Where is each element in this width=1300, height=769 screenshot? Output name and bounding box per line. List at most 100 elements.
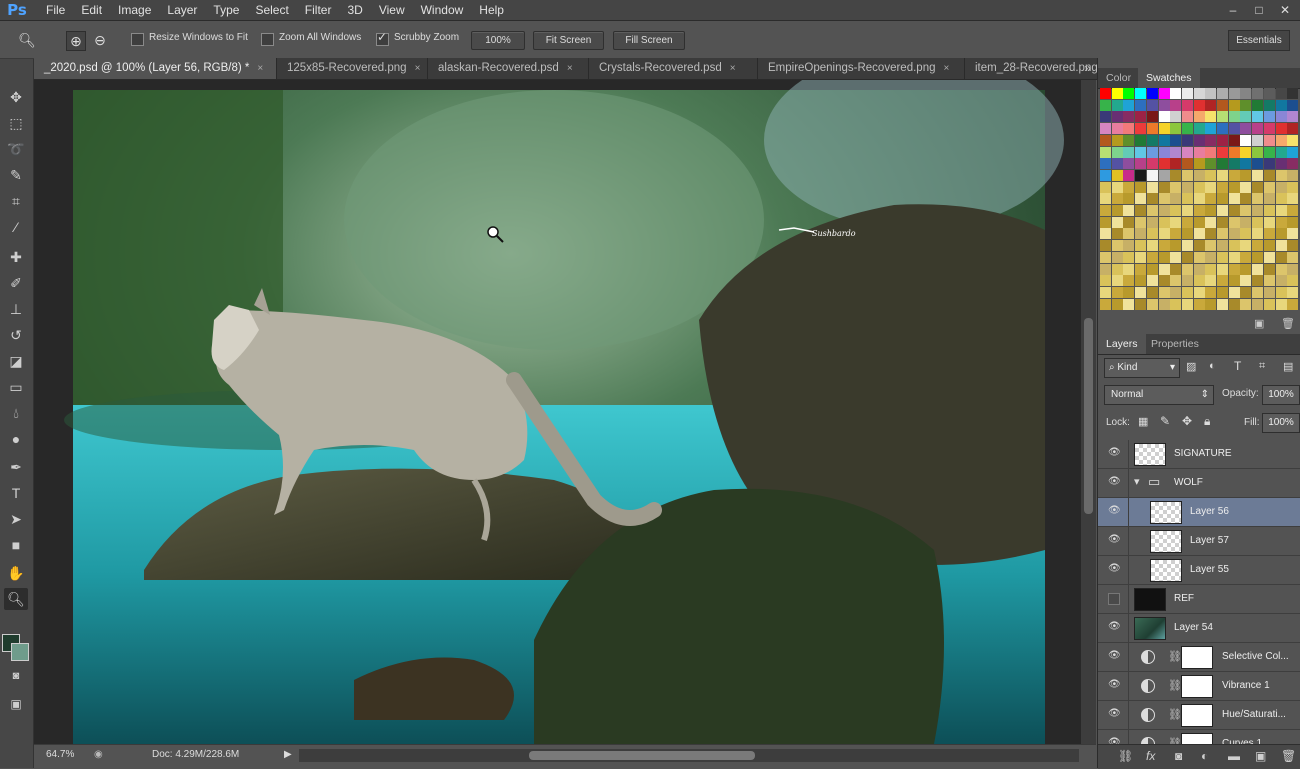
swatch[interactable]	[1123, 205, 1135, 216]
tab-overflow-icon[interactable]: »	[1084, 58, 1091, 79]
swatch[interactable]	[1205, 99, 1217, 111]
eye-icon[interactable]: 👁︎	[1108, 535, 1121, 545]
swatch[interactable]	[1240, 146, 1252, 158]
swatch[interactable]	[1240, 181, 1252, 193]
swatch[interactable]	[1217, 298, 1228, 310]
swatch[interactable]	[1170, 216, 1182, 228]
layer-row[interactable]: REF	[1098, 585, 1300, 614]
swatch[interactable]	[1217, 134, 1228, 146]
horizontal-scroll-thumb[interactable]	[529, 751, 755, 760]
swatch[interactable]	[1263, 193, 1275, 205]
swatch[interactable]	[1158, 146, 1170, 158]
swatch[interactable]	[1158, 263, 1170, 275]
workspace-switcher[interactable]: Essentials	[1228, 30, 1290, 51]
link-layers-icon[interactable]: ⛓	[1118, 749, 1133, 763]
swatch[interactable]	[1135, 88, 1147, 99]
swatch[interactable]	[1170, 88, 1182, 99]
swatch[interactable]	[1263, 88, 1275, 99]
swatch[interactable]	[1170, 134, 1182, 146]
swatch[interactable]	[1111, 275, 1123, 287]
swatch[interactable]	[1123, 263, 1135, 275]
scrubby-zoom-checkbox[interactable]	[376, 30, 389, 46]
swatch[interactable]	[1287, 298, 1299, 310]
swatch[interactable]	[1263, 275, 1275, 287]
swatch[interactable]	[1275, 228, 1287, 240]
swatch[interactable]	[1193, 251, 1205, 263]
swatch[interactable]	[1240, 228, 1252, 240]
swatch[interactable]	[1158, 169, 1170, 181]
swatch[interactable]	[1158, 216, 1170, 228]
swatch[interactable]	[1240, 99, 1252, 111]
menu-edit[interactable]: Edit	[73, 0, 110, 20]
swatch[interactable]	[1240, 205, 1252, 216]
swatch[interactable]	[1111, 205, 1123, 216]
swatch[interactable]	[1228, 216, 1240, 228]
swatch[interactable]	[1111, 111, 1123, 123]
layer-row[interactable]: 👁︎ ⛓ Vibrance 1	[1098, 672, 1300, 701]
swatch[interactable]	[1135, 263, 1147, 275]
swatch[interactable]	[1111, 193, 1123, 205]
resize-windows-checkbox[interactable]	[131, 33, 144, 46]
layer-thumbnail[interactable]	[1150, 559, 1182, 582]
swatch[interactable]	[1228, 286, 1240, 298]
menu-filter[interactable]: Filter	[297, 0, 340, 20]
swatch[interactable]	[1263, 263, 1275, 275]
swatch[interactable]	[1252, 251, 1264, 263]
swatch[interactable]	[1123, 99, 1135, 111]
swatch[interactable]	[1170, 298, 1182, 310]
swatch[interactable]	[1158, 99, 1170, 111]
filter-pixel-icon[interactable]: ▨	[1186, 360, 1196, 373]
eye-icon[interactable]: 👁︎	[1108, 680, 1121, 690]
swatch[interactable]	[1217, 275, 1228, 287]
swatch[interactable]	[1205, 158, 1217, 170]
swatch[interactable]	[1111, 240, 1123, 252]
swatch[interactable]	[1193, 205, 1205, 216]
swatch[interactable]	[1170, 193, 1182, 205]
layer-thumbnail[interactable]	[1150, 501, 1182, 524]
swatch[interactable]	[1100, 111, 1111, 123]
swatch[interactable]	[1100, 169, 1111, 181]
swatch[interactable]	[1263, 251, 1275, 263]
swatch[interactable]	[1287, 88, 1299, 99]
swatch[interactable]	[1158, 123, 1170, 135]
swatch[interactable]	[1228, 169, 1240, 181]
eye-icon[interactable]: 👁︎	[1108, 564, 1121, 574]
swatch[interactable]	[1193, 298, 1205, 310]
zoom-tool-preset-icon[interactable]: 🔍︎	[18, 31, 36, 49]
swatch[interactable]	[1158, 193, 1170, 205]
eye-icon[interactable]: 👁︎	[1108, 506, 1121, 516]
close-button[interactable]: ✕	[1278, 3, 1292, 17]
swatch[interactable]	[1123, 158, 1135, 170]
swatch[interactable]	[1158, 251, 1170, 263]
swatch[interactable]	[1252, 146, 1264, 158]
visibility-toggle[interactable]: 👁︎	[1098, 701, 1129, 729]
blur-tool-icon[interactable]: 💧︎	[4, 402, 28, 424]
layer-thumbnail[interactable]	[1134, 588, 1166, 611]
swatch[interactable]	[1170, 228, 1182, 240]
swatch[interactable]	[1135, 158, 1147, 170]
swatch[interactable]	[1100, 263, 1111, 275]
eye-icon[interactable]: 👁︎	[1108, 477, 1121, 487]
eyedropper-tool-icon[interactable]: ⁄	[4, 216, 28, 238]
swatch[interactable]	[1275, 286, 1287, 298]
swatch[interactable]	[1170, 251, 1182, 263]
visibility-toggle[interactable]: 👁︎	[1098, 672, 1129, 700]
swatch[interactable]	[1252, 181, 1264, 193]
swatch[interactable]	[1111, 263, 1123, 275]
visibility-toggle[interactable]: 👁︎	[1098, 440, 1129, 468]
swatch[interactable]	[1217, 263, 1228, 275]
mask-link-icon[interactable]: ⛓	[1168, 650, 1182, 663]
swatch[interactable]	[1275, 251, 1287, 263]
swatch[interactable]	[1287, 286, 1299, 298]
swatch[interactable]	[1146, 88, 1158, 99]
swatch[interactable]	[1135, 134, 1147, 146]
minimize-button[interactable]: –	[1226, 3, 1240, 17]
filter-shape-icon[interactable]: ⌗	[1259, 360, 1265, 373]
swatch[interactable]	[1135, 111, 1147, 123]
swatch[interactable]	[1287, 123, 1299, 135]
swatch[interactable]	[1275, 216, 1287, 228]
swatch[interactable]	[1146, 158, 1158, 170]
swatch[interactable]	[1111, 123, 1123, 135]
swatch[interactable]	[1181, 298, 1193, 310]
tab-close-icon[interactable]: ×	[415, 63, 421, 74]
